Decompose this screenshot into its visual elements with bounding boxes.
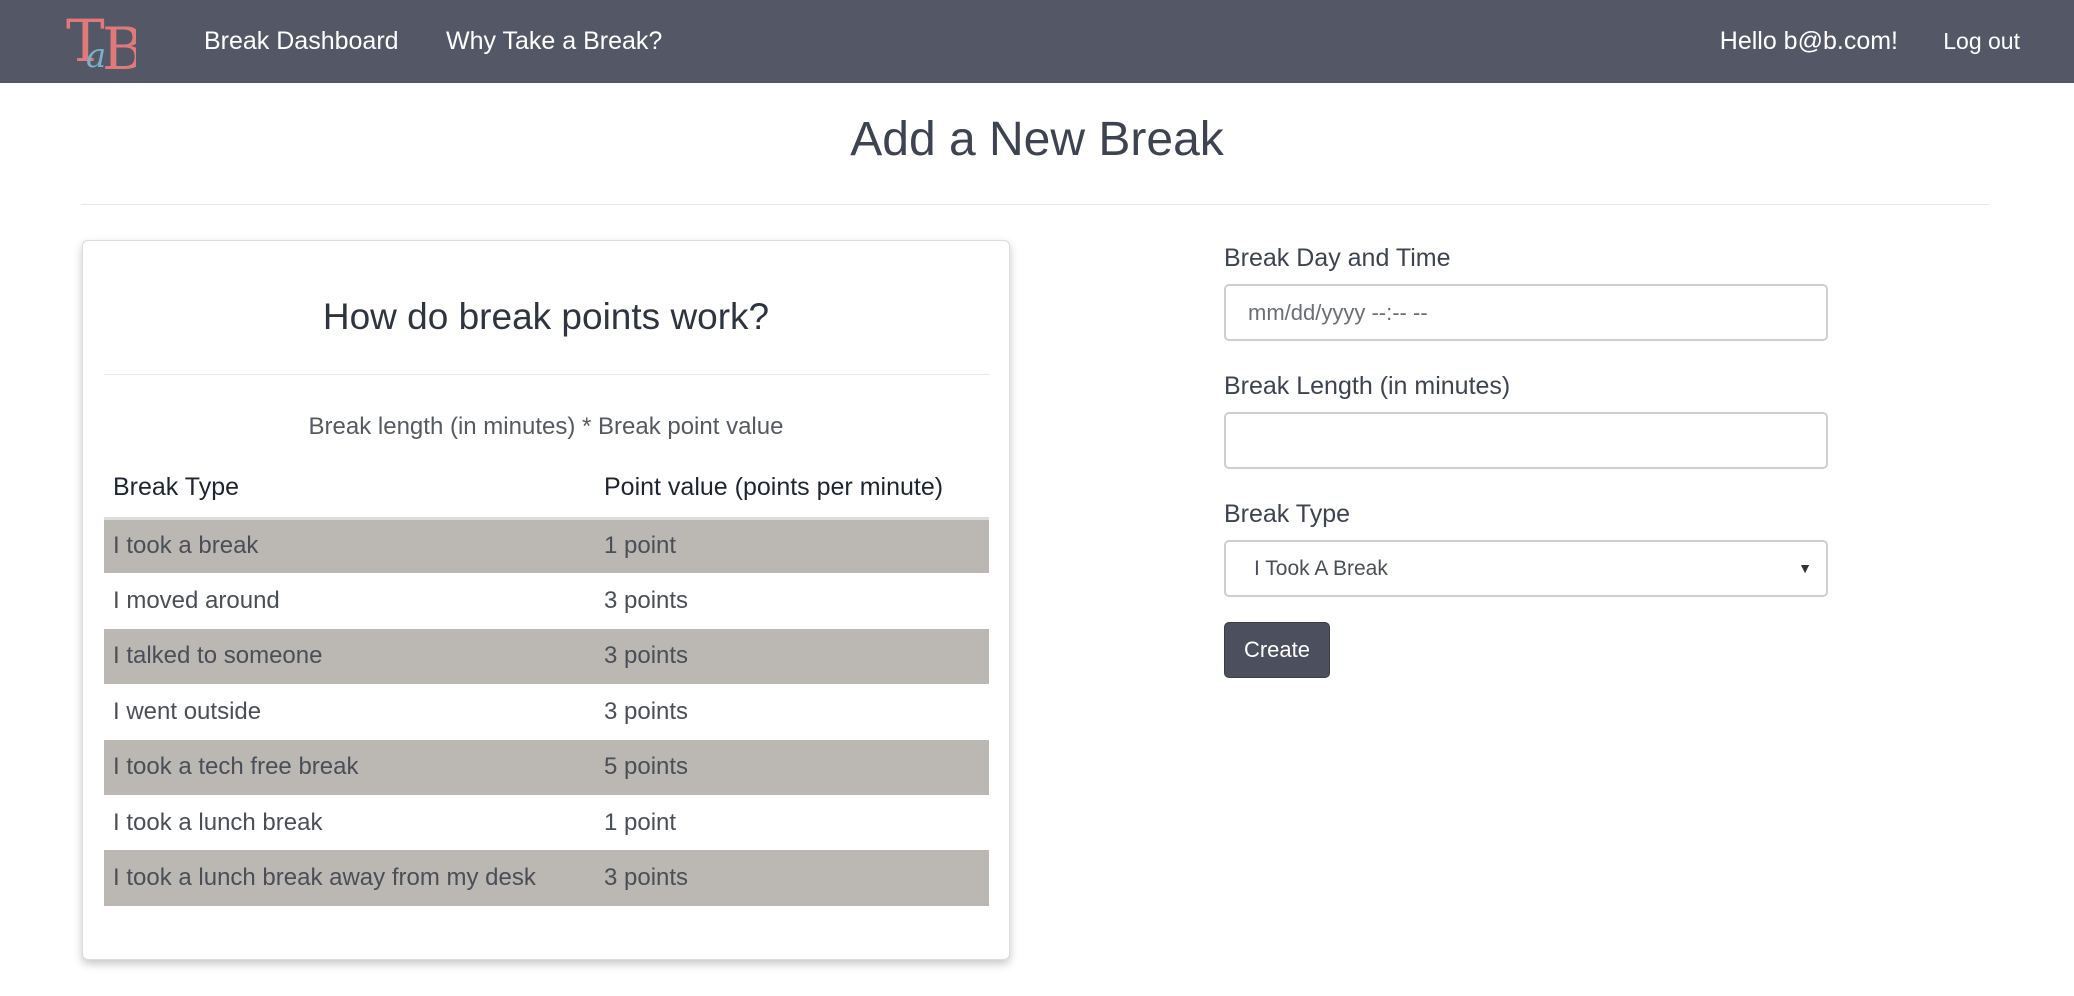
point-value-cell: 1 point [595, 518, 989, 574]
table-row: I took a lunch break 1 point [104, 795, 989, 850]
break-day-time-input[interactable]: mm/dd/yyyy --:-- -- [1224, 284, 1828, 341]
point-value-cell: 3 points [604, 587, 689, 615]
table-header-row: Break Type Point value (points per minut… [104, 459, 989, 520]
break-length-input[interactable] [1224, 412, 1828, 469]
table-row: I moved around 3 points [104, 573, 989, 628]
break-type-cell: I took a lunch break [113, 808, 323, 836]
card-divider [104, 374, 989, 375]
navbar: T a B Break Dashboard Why Take a Break? … [0, 0, 2074, 83]
header-point-value: Point value (points per minute) [595, 459, 989, 520]
table-row: I took a lunch break away from my desk 3… [104, 850, 989, 906]
break-type-select[interactable]: I Took A Break ▼ [1224, 540, 1828, 597]
point-value-cell: 3 points [604, 697, 689, 725]
title-divider [81, 204, 1989, 205]
break-type-cell: I went outside [113, 697, 262, 725]
card-title: How do break points work? [322, 296, 770, 337]
points-formula: Break length (in minutes) * Break point … [308, 413, 784, 440]
app-logo[interactable]: T a B [66, 5, 145, 83]
break-type-cell: I took a lunch break away from my desk [104, 850, 595, 906]
table-row: I took a tech free break 5 points [104, 739, 989, 795]
point-value-cell: 3 points [595, 628, 989, 685]
chevron-down-icon: ▼ [1798, 560, 1812, 576]
table-row: I talked to someone 3 points [104, 628, 989, 685]
break-type-label: Break Type [1224, 500, 1351, 528]
break-type-cell: I took a tech free break [104, 739, 595, 795]
nav-user-greeting[interactable]: Hello b@b.com! [1720, 0, 1898, 83]
break-points-info-card: How do break points work? Break length (… [82, 240, 1010, 960]
nav-why-take-a-break[interactable]: Why Take a Break? [446, 0, 662, 83]
break-length-label: Break Length (in minutes) [1224, 372, 1511, 400]
break-type-cell: I talked to someone [104, 628, 595, 685]
svg-text:B: B [102, 15, 136, 77]
break-type-cell: I moved around [113, 587, 280, 615]
page-title: Add a New Break [850, 113, 1224, 166]
break-type-selected-value: I Took A Break [1254, 557, 1388, 580]
point-value-cell: 5 points [595, 739, 989, 795]
break-points-table: Break Type Point value (points per minut… [104, 459, 989, 906]
header-break-type: Break Type [104, 459, 595, 520]
nav-break-dashboard[interactable]: Break Dashboard [204, 0, 399, 83]
break-day-time-label: Break Day and Time [1224, 244, 1451, 272]
point-value-cell: 3 points [595, 850, 989, 906]
logout-link[interactable]: Log out [1943, 0, 2020, 83]
point-value-cell: 1 point [604, 808, 677, 836]
create-button[interactable]: Create [1224, 622, 1330, 678]
break-type-cell: I took a break [104, 518, 595, 574]
table-row: I went outside 3 points [104, 684, 989, 739]
table-row: I took a break 1 point [104, 518, 989, 574]
